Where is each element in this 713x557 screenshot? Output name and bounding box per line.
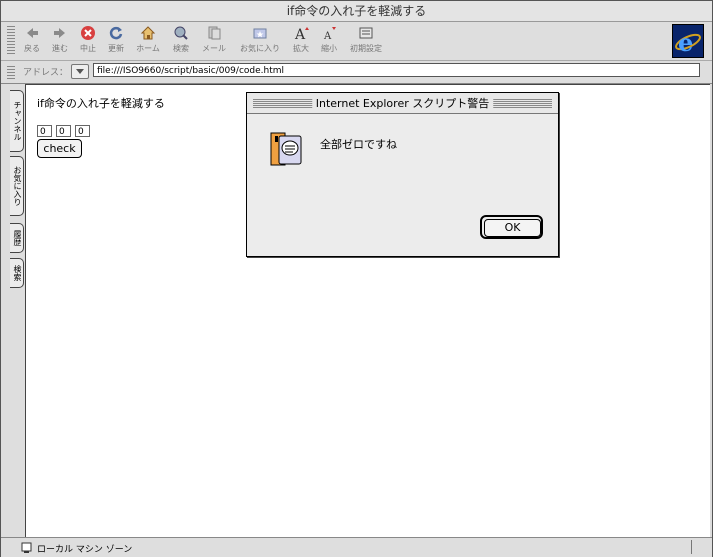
text-smaller-button[interactable]: A 縮小 xyxy=(318,25,340,54)
refresh-icon xyxy=(109,26,123,40)
search-button[interactable]: 検索 xyxy=(169,25,193,54)
mail-button[interactable]: メール xyxy=(199,25,229,54)
status-divider xyxy=(691,540,692,554)
address-label: アドレス： xyxy=(23,68,69,78)
back-button[interactable]: 戻る xyxy=(21,25,43,54)
favorites-button[interactable]: お気に入り xyxy=(235,25,285,54)
svg-text:A: A xyxy=(294,27,306,41)
number-input-1[interactable]: 0 xyxy=(37,125,52,137)
number-input-3[interactable]: 0 xyxy=(75,125,90,137)
search-icon xyxy=(174,26,188,40)
home-button[interactable]: ホーム xyxy=(133,25,163,54)
internet-explorer-e-icon: e xyxy=(675,28,701,57)
toolbar: 戻る 進む 中止 更新 ホーム 検索 メール お気に入り A 拡大 A 縮小 初… xyxy=(1,22,712,61)
mail-icon xyxy=(208,26,221,40)
toolbar-grip[interactable] xyxy=(7,26,15,54)
forward-button[interactable]: 進む xyxy=(49,25,71,54)
forward-arrow-icon xyxy=(54,28,65,38)
sidebar-tab-history[interactable]: 履歴 xyxy=(10,223,24,253)
script-alert-icon xyxy=(270,132,302,166)
sidebar-tab-search[interactable]: 検索 xyxy=(10,258,24,288)
text-larger-button[interactable]: A 拡大 xyxy=(290,25,312,54)
ie-logo: e xyxy=(672,24,704,58)
sidebar-tab-channels[interactable]: チャンネル xyxy=(10,90,24,152)
window-title: if命令の入れ子を軽減する xyxy=(286,4,427,18)
number-input-2[interactable]: 0 xyxy=(56,125,71,137)
title-bar[interactable]: if命令の入れ子を軽減する xyxy=(1,1,712,22)
local-zone-icon xyxy=(21,542,32,553)
stop-button[interactable]: 中止 xyxy=(77,25,99,54)
chevron-down-icon xyxy=(76,69,84,74)
preferences-button[interactable]: 初期設定 xyxy=(346,25,386,54)
explorer-sidebar: チャンネル お気に入り 履歴 検索 xyxy=(1,84,25,537)
ok-default-ring: OK xyxy=(480,215,543,239)
status-bar: ローカル マシン ゾーン xyxy=(1,537,712,557)
dialog-title: Internet Explorer スクリプト警告 xyxy=(311,95,494,111)
script-alert-dialog: Internet Explorer スクリプト警告 全部ゼロですね OK xyxy=(246,92,559,257)
text-larger-icon: A xyxy=(294,27,309,41)
address-dropdown-button[interactable] xyxy=(71,64,89,79)
text-smaller-icon: A xyxy=(323,27,336,41)
check-button[interactable]: check xyxy=(37,139,82,158)
address-bar-grip[interactable] xyxy=(7,64,15,79)
page-heading: if命令の入れ子を軽減する xyxy=(37,97,165,110)
back-arrow-icon xyxy=(27,28,38,38)
ok-button[interactable]: OK xyxy=(484,219,541,237)
status-text: ローカル マシン ゾーン xyxy=(37,545,133,555)
home-icon xyxy=(140,26,156,40)
preferences-icon xyxy=(359,27,373,39)
dialog-title-bar[interactable]: Internet Explorer スクリプト警告 xyxy=(247,93,558,114)
browser-window: if命令の入れ子を軽減する 戻る 進む 中止 更新 ホーム 検索 メール お気に… xyxy=(0,0,713,557)
favorites-icon xyxy=(253,28,267,39)
svg-text:A: A xyxy=(323,31,332,41)
address-bar: アドレス： file:///ISO9660/script/basic/009/c… xyxy=(1,61,712,84)
address-input[interactable]: file:///ISO9660/script/basic/009/code.ht… xyxy=(93,63,700,77)
refresh-button[interactable]: 更新 xyxy=(105,25,127,54)
dialog-message: 全部ゼロですね xyxy=(320,138,397,151)
stop-icon xyxy=(81,26,95,40)
sidebar-tab-favorites[interactable]: お気に入り xyxy=(10,156,24,216)
svg-text:e: e xyxy=(678,28,693,57)
